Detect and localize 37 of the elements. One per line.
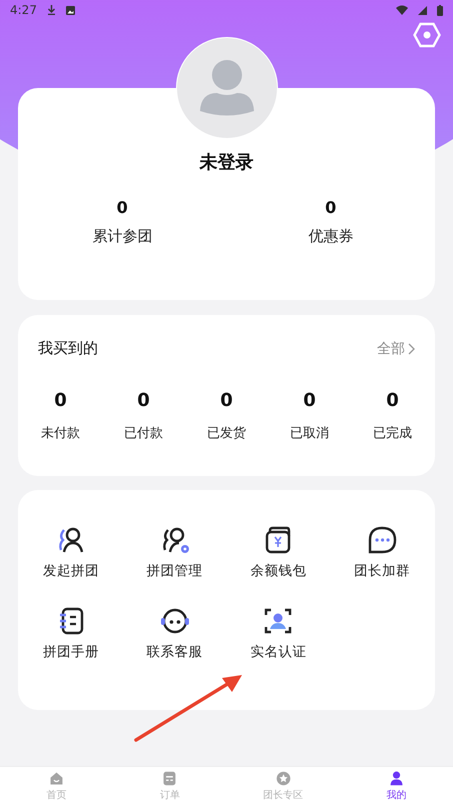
service-item[interactable]: 实名认证 <box>226 605 330 661</box>
battery-icon <box>437 4 443 16</box>
service-item[interactable]: 发起拼团 <box>19 524 123 580</box>
service-item[interactable]: 余额钱包 <box>226 524 330 580</box>
order-status-label[interactable]: 已完成 <box>373 424 412 442</box>
order-count: 0 <box>220 390 233 411</box>
order-status-label[interactable]: 已发货 <box>207 424 246 442</box>
stat-value: 0 <box>325 198 336 217</box>
order-status-label[interactable]: 未付款 <box>41 424 80 442</box>
service-item[interactable]: 团长加群 <box>330 524 434 580</box>
order-count: 0 <box>54 390 67 411</box>
status-time: 4:27 <box>10 3 37 17</box>
nav-tab[interactable]: 我的 <box>340 767 453 805</box>
service-item[interactable]: 拼团管理 <box>122 524 226 580</box>
service-item[interactable]: 拼团手册 <box>19 605 123 661</box>
settings-icon[interactable] <box>413 22 441 48</box>
order-status-label[interactable]: 已付款 <box>124 424 163 442</box>
section-title: 我买到的 <box>38 339 98 358</box>
stat-value: 0 <box>116 198 128 217</box>
chevron-right-icon <box>408 342 415 354</box>
stat-label[interactable]: 累计参团 <box>92 227 152 246</box>
user-icon <box>388 770 405 787</box>
service-item[interactable]: 联系客服 <box>122 605 226 661</box>
wifi-icon <box>396 5 408 15</box>
order-count: 0 <box>303 390 316 411</box>
signal-icon <box>418 6 427 14</box>
stat-label[interactable]: 优惠券 <box>308 227 354 246</box>
download-icon <box>46 5 56 15</box>
home-icon <box>48 770 66 787</box>
document-icon <box>161 770 178 787</box>
star-badge-icon <box>274 770 292 787</box>
order-status-label[interactable]: 已取消 <box>290 424 329 442</box>
order-count: 0 <box>386 390 399 411</box>
view-all-link[interactable]: 全部 <box>377 340 415 358</box>
order-count: 0 <box>137 390 150 411</box>
chat-bubble-icon <box>366 524 398 556</box>
login-status[interactable]: 未登录 <box>200 150 254 174</box>
